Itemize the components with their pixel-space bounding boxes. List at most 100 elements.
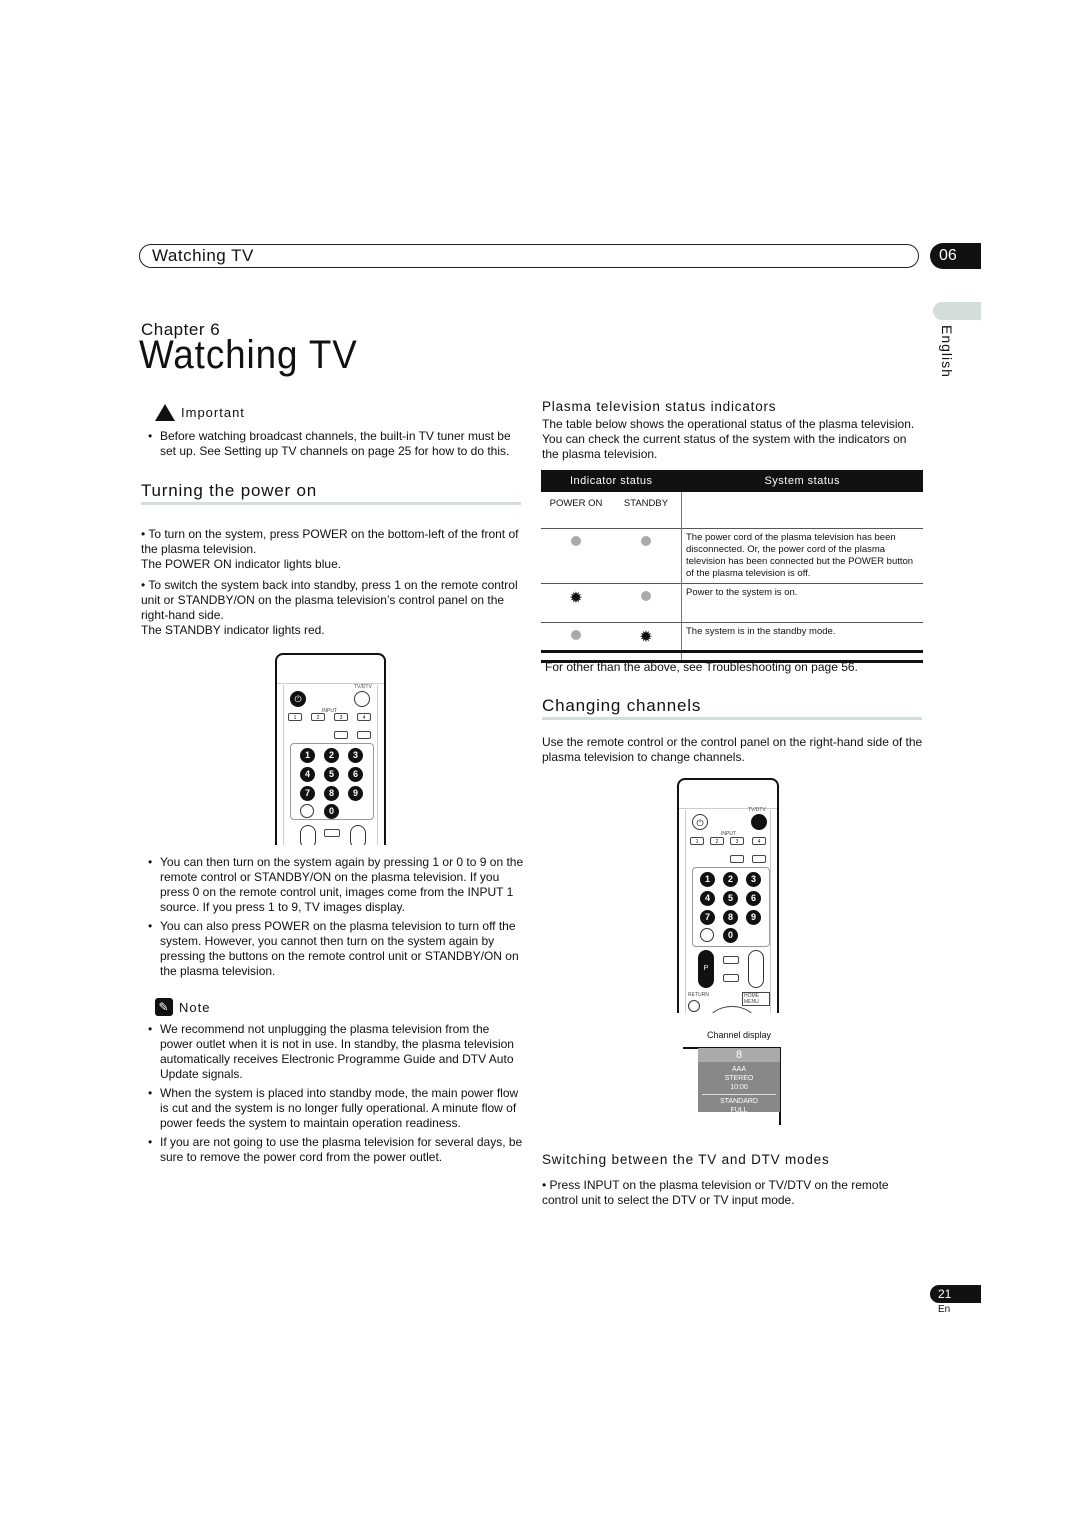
- input-4-button: 4: [752, 837, 766, 845]
- input-3-button: 3: [730, 837, 744, 845]
- system-status-text: The power cord of the plasma television …: [681, 527, 923, 583]
- power-note-item: You can then turn on the system again by…: [146, 855, 524, 915]
- standby-result: The STANDBY indicator lights red.: [141, 623, 325, 637]
- section-rule: [542, 717, 922, 720]
- input-2-button: 2: [710, 837, 724, 845]
- table-bottom-rule: [541, 650, 923, 653]
- digit-button: 4: [700, 891, 715, 906]
- input-4-button: 4: [357, 713, 371, 721]
- indicator-lit-icon: ✹: [639, 628, 653, 646]
- remote-illustration-2: ⏻ TV/DTV INPUT 1 2 3 4 1 2 3 4 5 6 7 8 9…: [677, 778, 779, 1013]
- subheader-standby: STANDBY: [623, 497, 669, 509]
- return-button: [688, 1000, 700, 1012]
- channel-p-rocker-highlighted: P: [698, 950, 714, 988]
- power-icon: ⏻: [290, 691, 306, 707]
- digit-button: 7: [700, 910, 715, 925]
- power-on-result: The POWER ON indicator lights blue.: [141, 557, 342, 571]
- status-table: Indicator status System status POWER ON …: [541, 470, 923, 663]
- digit-button: 9: [348, 786, 363, 801]
- section-title-switching: Switching between the TV and DTV modes: [542, 1152, 830, 1167]
- digit-button: 9: [746, 910, 761, 925]
- warning-icon: [155, 404, 175, 421]
- note-list: We recommend not unplugging the plasma t…: [146, 1022, 524, 1169]
- power-notes-list: You can then turn on the system again by…: [146, 855, 524, 983]
- digit-button: 8: [324, 786, 339, 801]
- digit-button: 6: [746, 891, 761, 906]
- system-status-text: The system is in the standby mode.: [681, 621, 923, 661]
- note-item: We recommend not unplugging the plasma t…: [146, 1022, 524, 1082]
- pencil-icon: ✎: [155, 998, 173, 1016]
- status-row: ✹ Power to the system is on.: [541, 582, 923, 622]
- indicator-off-icon: [641, 535, 651, 546]
- important-list: Before watching broadcast channels, the …: [146, 429, 524, 463]
- status-intro: The table below shows the operational st…: [542, 417, 915, 461]
- status-row: ✹ The system is in the standby mode.: [541, 621, 923, 661]
- header-system-status: System status: [681, 470, 923, 492]
- note-heading: ✎ Note: [155, 998, 210, 1016]
- input-1-button: 1: [690, 837, 704, 845]
- remote-illustration-1: ⏻ TV/DTV INPUT 1 2 3 4 1 2 3 4 5 6 7 8 9…: [275, 653, 386, 845]
- input-3-button: 3: [334, 713, 348, 721]
- digit-button: 8: [723, 910, 738, 925]
- power-note-item: You can also press POWER on the plasma t…: [146, 919, 524, 979]
- mute-button: [723, 974, 739, 982]
- screen-size: FULL: [730, 1107, 748, 1114]
- note-label: Note: [179, 999, 211, 1015]
- standby-step: • To switch the system back into standby…: [141, 578, 518, 622]
- digit-button: 5: [723, 891, 738, 906]
- tv-dtv-button: [354, 691, 370, 707]
- channel-name: AAA: [731, 1066, 746, 1073]
- chapter-number-badge: 06: [930, 243, 981, 269]
- freeze-button: [752, 855, 766, 863]
- language-label: English: [939, 325, 955, 378]
- home-menu-label: HOME MENU: [742, 992, 770, 1006]
- tv-dtv-button-highlighted: [751, 814, 767, 830]
- freeze-button: [357, 731, 371, 739]
- directional-pad: [708, 1006, 756, 1013]
- digit-button: 4: [300, 767, 315, 782]
- channel-display-caption: Channel display: [707, 1030, 772, 1040]
- language-code: En: [938, 1304, 951, 1315]
- section-rule: [141, 502, 521, 505]
- digit-button: 6: [348, 767, 363, 782]
- language-tab: [933, 302, 981, 320]
- section-title-power-on: Turning the power on: [141, 481, 318, 500]
- digit-button: 0: [324, 804, 339, 819]
- subheader-power-on: POWER ON: [549, 497, 603, 509]
- indicator-off-icon: [641, 590, 651, 601]
- section-title-changing-channels: Changing channels: [542, 696, 702, 715]
- digit-button: 5: [324, 767, 339, 782]
- tv-dtv-label: TV/DTV: [748, 807, 766, 813]
- note-item: When the system is placed into standby m…: [146, 1086, 524, 1131]
- channel-rocker: [300, 825, 316, 845]
- changing-channels-intro: Use the remote control or the control pa…: [542, 735, 923, 764]
- status-row: The power cord of the plasma television …: [541, 527, 923, 583]
- note-item: If you are not going to use the plasma t…: [146, 1135, 524, 1165]
- return-label: RETURN: [688, 992, 709, 998]
- digit-button: 2: [324, 748, 339, 763]
- dual-button: [723, 956, 739, 964]
- tv-dtv-label: TV/DTV: [354, 684, 372, 690]
- page-number: 21: [930, 1285, 981, 1303]
- numpad: 1 2 3 4 5 6 7 8 9 0: [692, 867, 770, 947]
- indicator-lit-icon: ✹: [569, 589, 583, 607]
- clock-time: 10:00: [730, 1084, 748, 1091]
- digit-button: 2: [723, 872, 738, 887]
- dual-button: [324, 829, 340, 837]
- indicator-off-icon: [571, 535, 581, 546]
- system-status-text: Power to the system is on.: [681, 582, 923, 622]
- channel-number: 8: [698, 1048, 780, 1062]
- header-indicator-status: Indicator status: [541, 470, 682, 492]
- channel-display-osd: 8 AAA STEREO 10:00 STANDARD FULL: [698, 1048, 780, 1114]
- audio-mode: STEREO: [724, 1075, 754, 1082]
- important-heading: Important: [155, 404, 245, 421]
- important-item: Before watching broadcast channels, the …: [146, 429, 524, 459]
- section-title-status-indicators: Plasma television status indicators: [542, 399, 777, 414]
- volume-rocker: [748, 950, 764, 988]
- input-1-button: 1: [288, 713, 302, 721]
- digit-button: 1: [700, 872, 715, 887]
- power-on-step: • To turn on the system, press POWER on …: [141, 527, 519, 556]
- indicator-off-icon: [571, 629, 581, 640]
- digit-button: 3: [348, 748, 363, 763]
- page-title: Watching TV: [139, 333, 358, 377]
